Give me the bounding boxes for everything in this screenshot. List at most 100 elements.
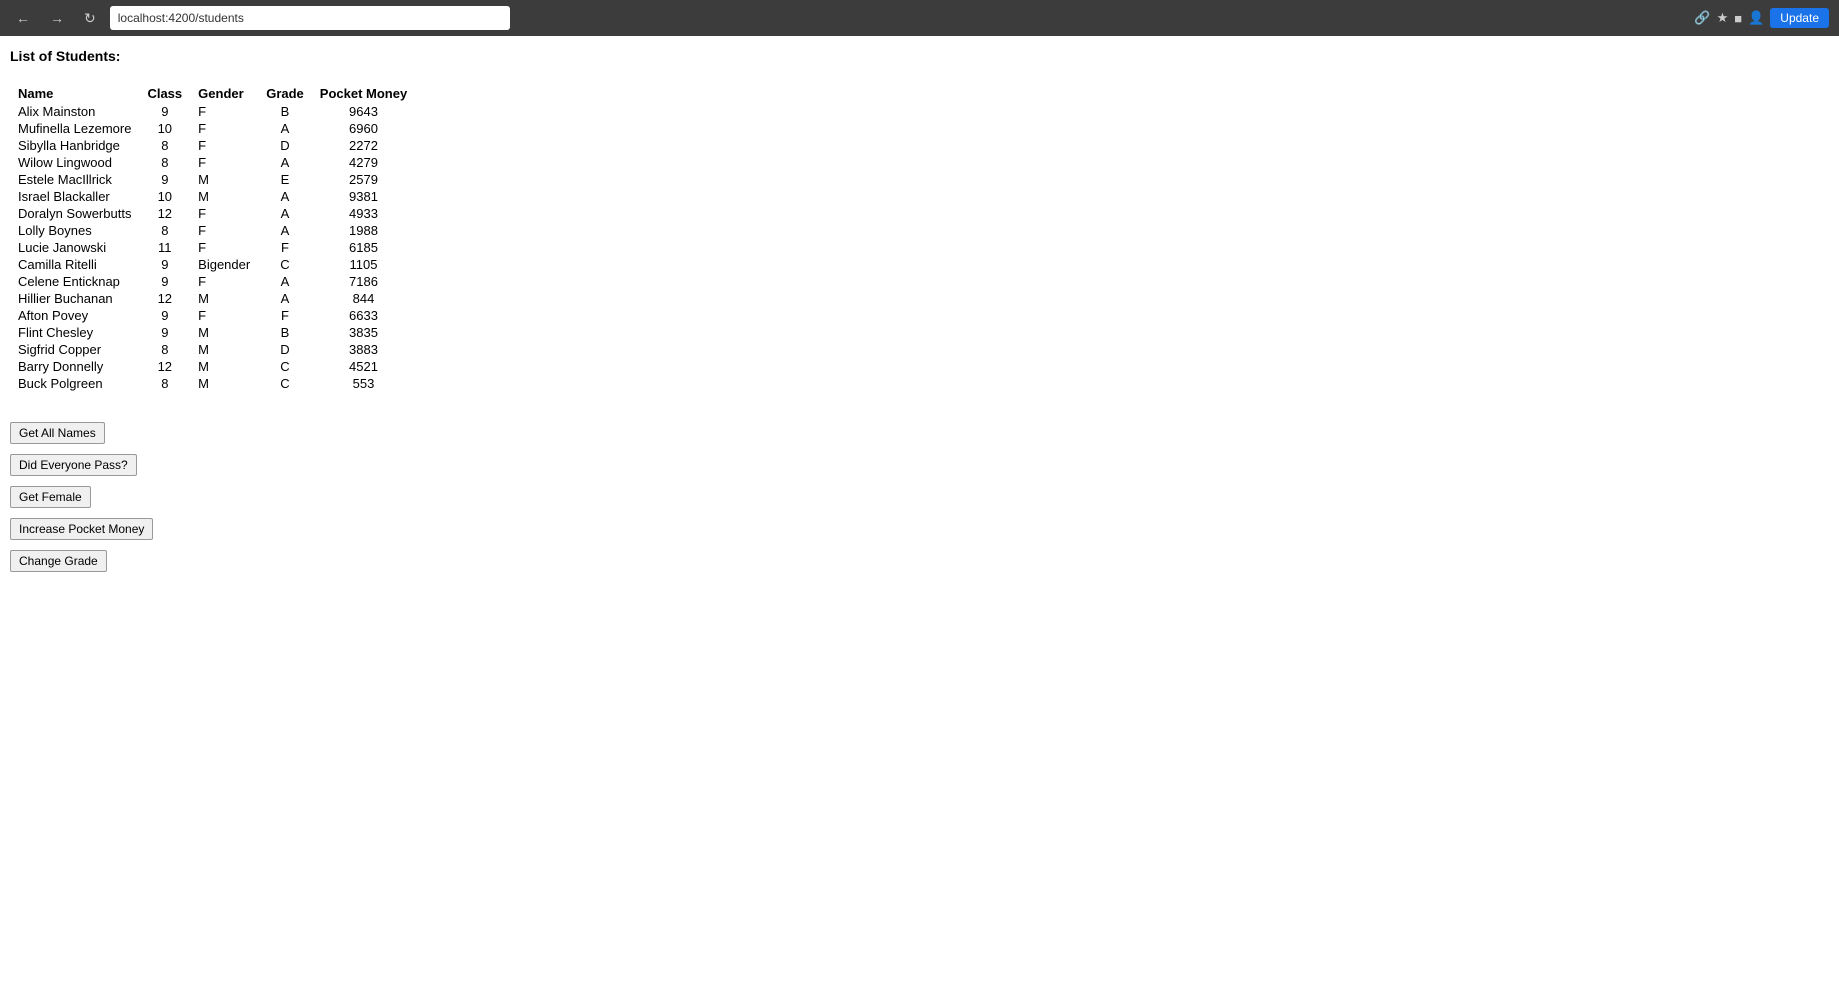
browser-chrome: ← → ↻ localhost:4200/students 🔗 ★ ■ 👤 Up… bbox=[0, 0, 1839, 36]
cell-pocket_money: 4521 bbox=[312, 358, 415, 375]
cell-grade: A bbox=[258, 290, 312, 307]
cell-gender: M bbox=[190, 290, 258, 307]
cell-grade: A bbox=[258, 188, 312, 205]
table-row: Estele MacIllrick9ME2579 bbox=[10, 171, 415, 188]
cell-pocket_money: 1988 bbox=[312, 222, 415, 239]
cell-class: 9 bbox=[139, 256, 190, 273]
table-row: Doralyn Sowerbutts12FA4933 bbox=[10, 205, 415, 222]
cell-pocket_money: 1105 bbox=[312, 256, 415, 273]
forward-button[interactable]: → bbox=[44, 8, 70, 28]
table-row: Wilow Lingwood8FA4279 bbox=[10, 154, 415, 171]
cell-grade: C bbox=[258, 256, 312, 273]
cell-name: Sibylla Hanbridge bbox=[10, 137, 139, 154]
cell-grade: A bbox=[258, 154, 312, 171]
browser-actions: 🔗 ★ ■ 👤 Update bbox=[1694, 8, 1829, 28]
cell-grade: A bbox=[258, 120, 312, 137]
cell-gender: F bbox=[190, 239, 258, 256]
cell-gender: F bbox=[190, 222, 258, 239]
table-row: Alix Mainston9FB9643 bbox=[10, 103, 415, 120]
cell-name: Afton Povey bbox=[10, 307, 139, 324]
cell-gender: F bbox=[190, 205, 258, 222]
cell-class: 8 bbox=[139, 341, 190, 358]
cell-name: Israel Blackaller bbox=[10, 188, 139, 205]
table-header-row: Name Class Gender Grade Pocket Money bbox=[10, 84, 415, 103]
bookmark-icon: ★ bbox=[1717, 10, 1729, 26]
student-table: Name Class Gender Grade Pocket Money Ali… bbox=[10, 84, 415, 392]
cell-pocket_money: 6633 bbox=[312, 307, 415, 324]
cell-gender: M bbox=[190, 171, 258, 188]
cell-pocket_money: 3883 bbox=[312, 341, 415, 358]
table-row: Israel Blackaller10MA9381 bbox=[10, 188, 415, 205]
address-bar[interactable]: localhost:4200/students bbox=[110, 6, 510, 30]
cell-gender: Bigender bbox=[190, 256, 258, 273]
cell-pocket_money: 6185 bbox=[312, 239, 415, 256]
table-row: Celene Enticknap9FA7186 bbox=[10, 273, 415, 290]
cell-grade: A bbox=[258, 205, 312, 222]
cell-gender: F bbox=[190, 273, 258, 290]
cell-name: Doralyn Sowerbutts bbox=[10, 205, 139, 222]
cell-name: Lolly Boynes bbox=[10, 222, 139, 239]
cell-pocket_money: 4279 bbox=[312, 154, 415, 171]
cell-grade: A bbox=[258, 222, 312, 239]
cell-gender: M bbox=[190, 375, 258, 392]
table-row: Sigfrid Copper8MD3883 bbox=[10, 341, 415, 358]
table-row: Afton Povey9FF6633 bbox=[10, 307, 415, 324]
change-grade-button[interactable]: Change Grade bbox=[10, 550, 107, 572]
cell-name: Barry Donnelly bbox=[10, 358, 139, 375]
cell-class: 8 bbox=[139, 137, 190, 154]
cell-grade: D bbox=[258, 341, 312, 358]
cell-grade: B bbox=[258, 103, 312, 120]
cell-name: Alix Mainston bbox=[10, 103, 139, 120]
update-button[interactable]: Update bbox=[1770, 8, 1829, 28]
cell-class: 11 bbox=[139, 239, 190, 256]
cell-class: 8 bbox=[139, 154, 190, 171]
table-row: Buck Polgreen8MC553 bbox=[10, 375, 415, 392]
cell-gender: F bbox=[190, 154, 258, 171]
student-tbody: Alix Mainston9FB9643Mufinella Lezemore10… bbox=[10, 103, 415, 392]
cell-class: 12 bbox=[139, 290, 190, 307]
cell-gender: M bbox=[190, 188, 258, 205]
back-button[interactable]: ← bbox=[10, 8, 36, 28]
cell-name: Wilow Lingwood bbox=[10, 154, 139, 171]
cell-class: 9 bbox=[139, 273, 190, 290]
cell-grade: D bbox=[258, 137, 312, 154]
share-icon: 🔗 bbox=[1694, 10, 1710, 26]
header-gender: Gender bbox=[190, 84, 258, 103]
table-row: Hillier Buchanan12MA844 bbox=[10, 290, 415, 307]
cell-name: Camilla Ritelli bbox=[10, 256, 139, 273]
cell-gender: M bbox=[190, 324, 258, 341]
cell-class: 8 bbox=[139, 222, 190, 239]
did-everyone-pass-button[interactable]: Did Everyone Pass? bbox=[10, 454, 137, 476]
profile-icon: 👤 bbox=[1748, 10, 1764, 26]
table-row: Mufinella Lezemore10FA6960 bbox=[10, 120, 415, 137]
get-all-names-button[interactable]: Get All Names bbox=[10, 422, 105, 444]
cell-pocket_money: 6960 bbox=[312, 120, 415, 137]
cell-grade: C bbox=[258, 375, 312, 392]
cell-gender: F bbox=[190, 103, 258, 120]
cell-gender: F bbox=[190, 120, 258, 137]
cell-name: Mufinella Lezemore bbox=[10, 120, 139, 137]
cell-pocket_money: 9381 bbox=[312, 188, 415, 205]
cell-name: Estele MacIllrick bbox=[10, 171, 139, 188]
cell-pocket_money: 844 bbox=[312, 290, 415, 307]
extensions-icon: ■ bbox=[1734, 11, 1742, 26]
cell-class: 10 bbox=[139, 188, 190, 205]
cell-pocket_money: 7186 bbox=[312, 273, 415, 290]
header-pocket-money: Pocket Money bbox=[312, 84, 415, 103]
cell-pocket_money: 3835 bbox=[312, 324, 415, 341]
header-class: Class bbox=[139, 84, 190, 103]
cell-name: Celene Enticknap bbox=[10, 273, 139, 290]
cell-name: Buck Polgreen bbox=[10, 375, 139, 392]
table-row: Sibylla Hanbridge8FD2272 bbox=[10, 137, 415, 154]
get-female-button[interactable]: Get Female bbox=[10, 486, 91, 508]
header-grade: Grade bbox=[258, 84, 312, 103]
buttons-section: Get All Names Did Everyone Pass? Get Fem… bbox=[10, 422, 1829, 572]
cell-gender: F bbox=[190, 137, 258, 154]
increase-pocket-money-button[interactable]: Increase Pocket Money bbox=[10, 518, 153, 540]
cell-grade: A bbox=[258, 273, 312, 290]
table-row: Barry Donnelly12MC4521 bbox=[10, 358, 415, 375]
cell-class: 9 bbox=[139, 324, 190, 341]
cell-pocket_money: 4933 bbox=[312, 205, 415, 222]
reload-button[interactable]: ↻ bbox=[78, 8, 102, 29]
cell-class: 9 bbox=[139, 103, 190, 120]
